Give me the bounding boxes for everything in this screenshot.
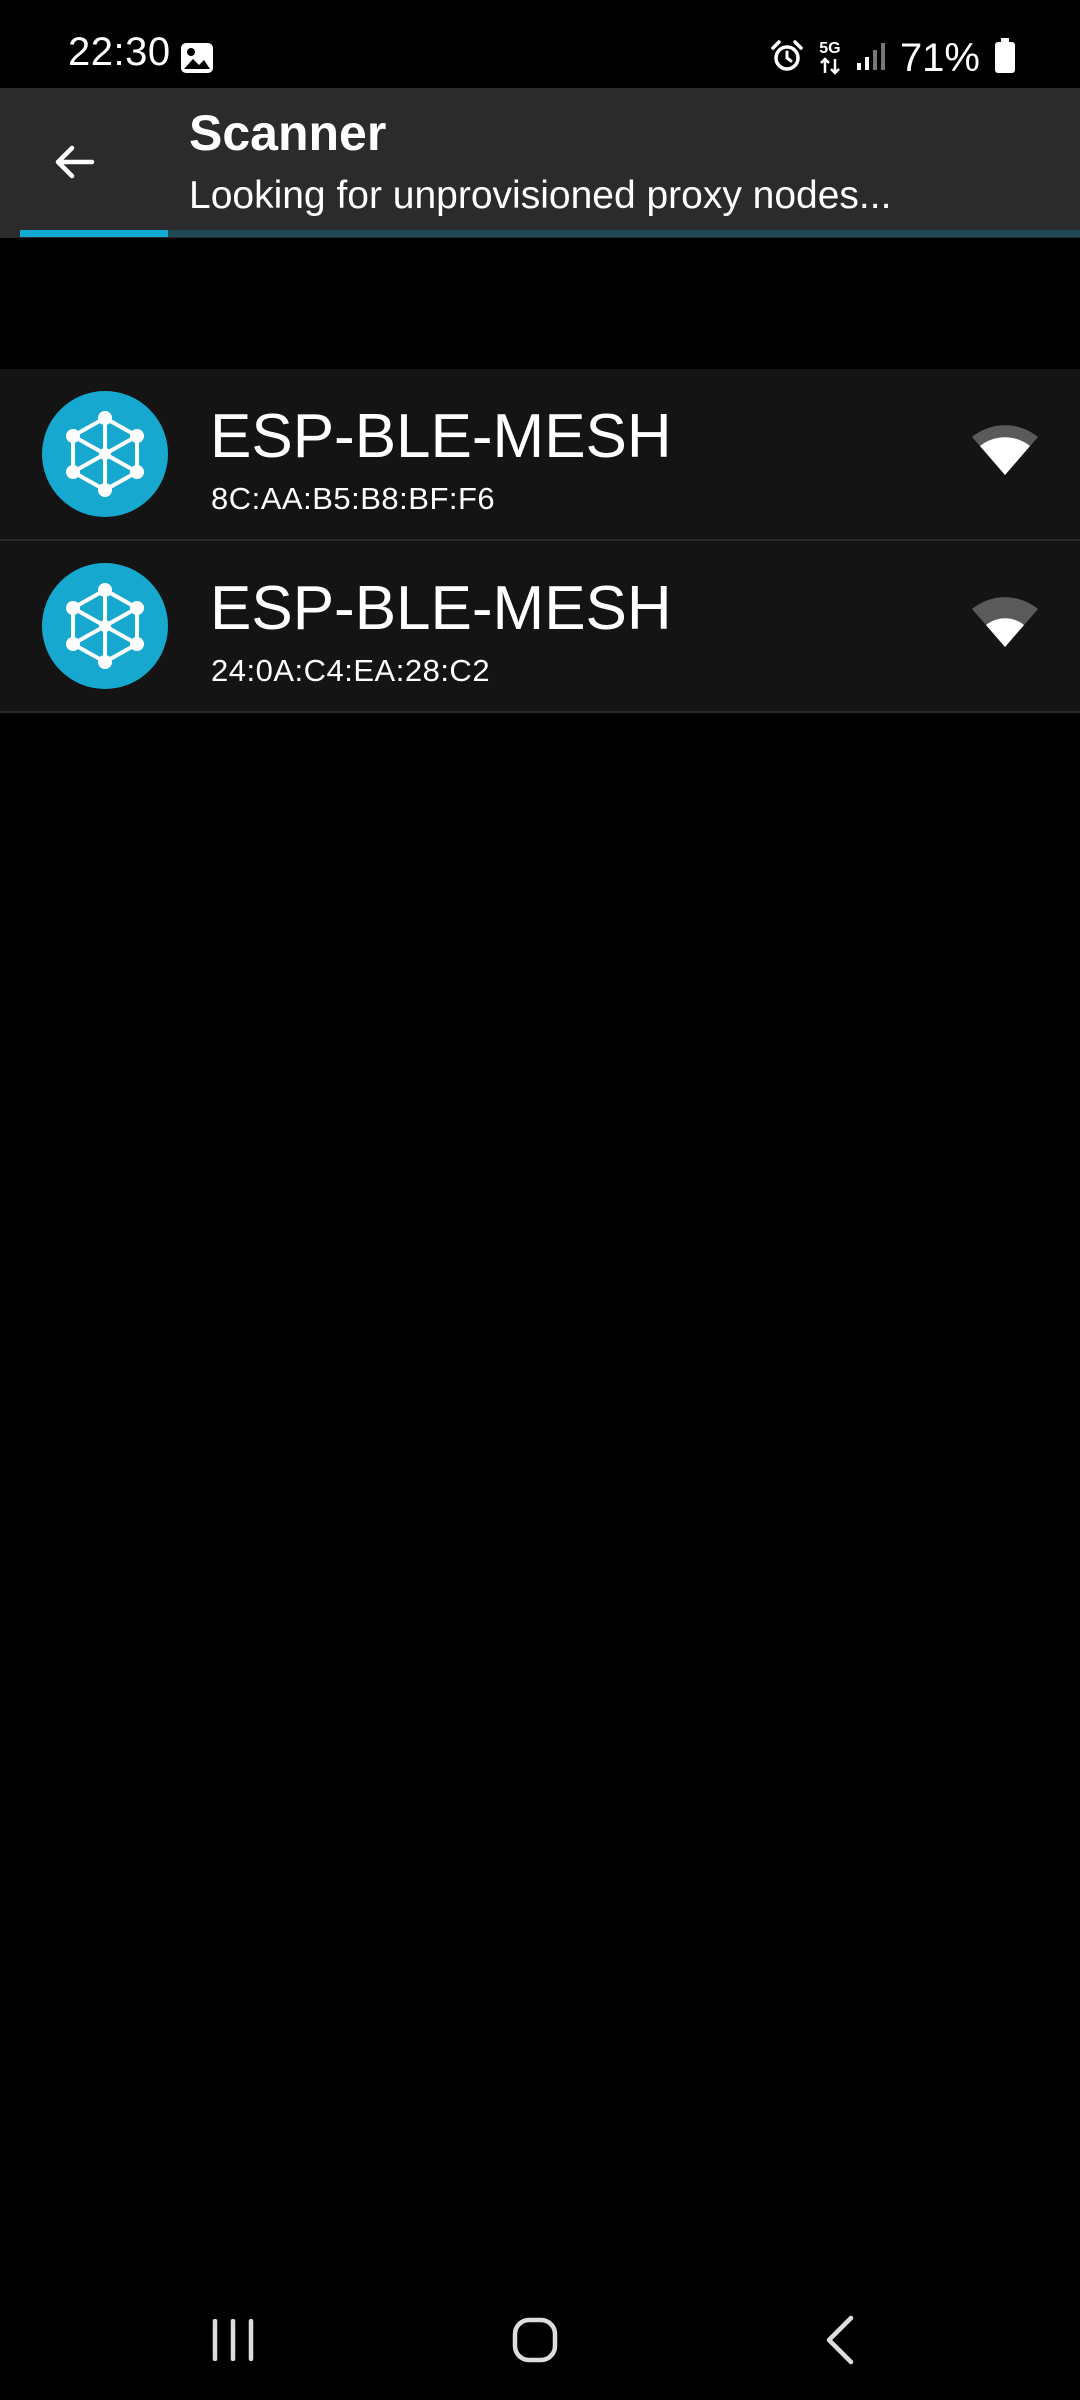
mesh-node-icon bbox=[42, 563, 168, 689]
app-bar: Scanner Looking for unprovisioned proxy … bbox=[0, 88, 1080, 238]
signal-strength-icon bbox=[970, 421, 1040, 477]
signal-icon bbox=[856, 41, 886, 76]
scan-progress-bar bbox=[20, 230, 1080, 237]
device-name: ESP-BLE-MESH bbox=[210, 574, 672, 643]
alarm-icon bbox=[770, 39, 804, 78]
list-item-device[interactable]: ESP-BLE-MESH 8C:AA:B5:B8:BF:F6 bbox=[0, 369, 1080, 541]
home-icon bbox=[512, 2317, 558, 2363]
recents-button[interactable] bbox=[193, 2308, 273, 2372]
battery-percent: 71% bbox=[899, 35, 980, 80]
network-5g-icon: 5G bbox=[818, 41, 842, 75]
page-subtitle: Looking for unprovisioned proxy nodes... bbox=[189, 174, 892, 217]
mesh-node-icon bbox=[42, 391, 168, 517]
status-icons: 5G 71% bbox=[770, 30, 1016, 86]
recents-icon bbox=[212, 2319, 254, 2361]
device-address: 24:0A:C4:EA:28:C2 bbox=[211, 653, 491, 688]
gallery-icon bbox=[180, 42, 214, 74]
back-button[interactable] bbox=[44, 132, 104, 192]
list-item-device[interactable]: ESP-BLE-MESH 24:0A:C4:EA:28:C2 bbox=[0, 541, 1080, 713]
page-title: Scanner bbox=[189, 105, 387, 161]
scan-progress-fill bbox=[20, 230, 169, 237]
status-bar: 22:30 5G 71% bbox=[0, 0, 1080, 88]
battery-icon bbox=[994, 37, 1016, 79]
device-name: ESP-BLE-MESH bbox=[210, 402, 672, 471]
signal-strength-icon bbox=[970, 593, 1040, 649]
device-list: ESP-BLE-MESH 8C:AA:B5:B8:BF:F6 ESP-BLE-M… bbox=[0, 369, 1080, 713]
home-button[interactable] bbox=[495, 2308, 575, 2372]
network-label: 5G bbox=[819, 40, 841, 57]
arrow-left-icon bbox=[55, 145, 95, 179]
nav-back-button[interactable] bbox=[800, 2308, 880, 2372]
back-icon bbox=[826, 2315, 854, 2365]
device-address: 8C:AA:B5:B8:BF:F6 bbox=[211, 481, 496, 516]
system-nav-bar bbox=[0, 2280, 1080, 2400]
status-time: 22:30 bbox=[68, 30, 171, 74]
